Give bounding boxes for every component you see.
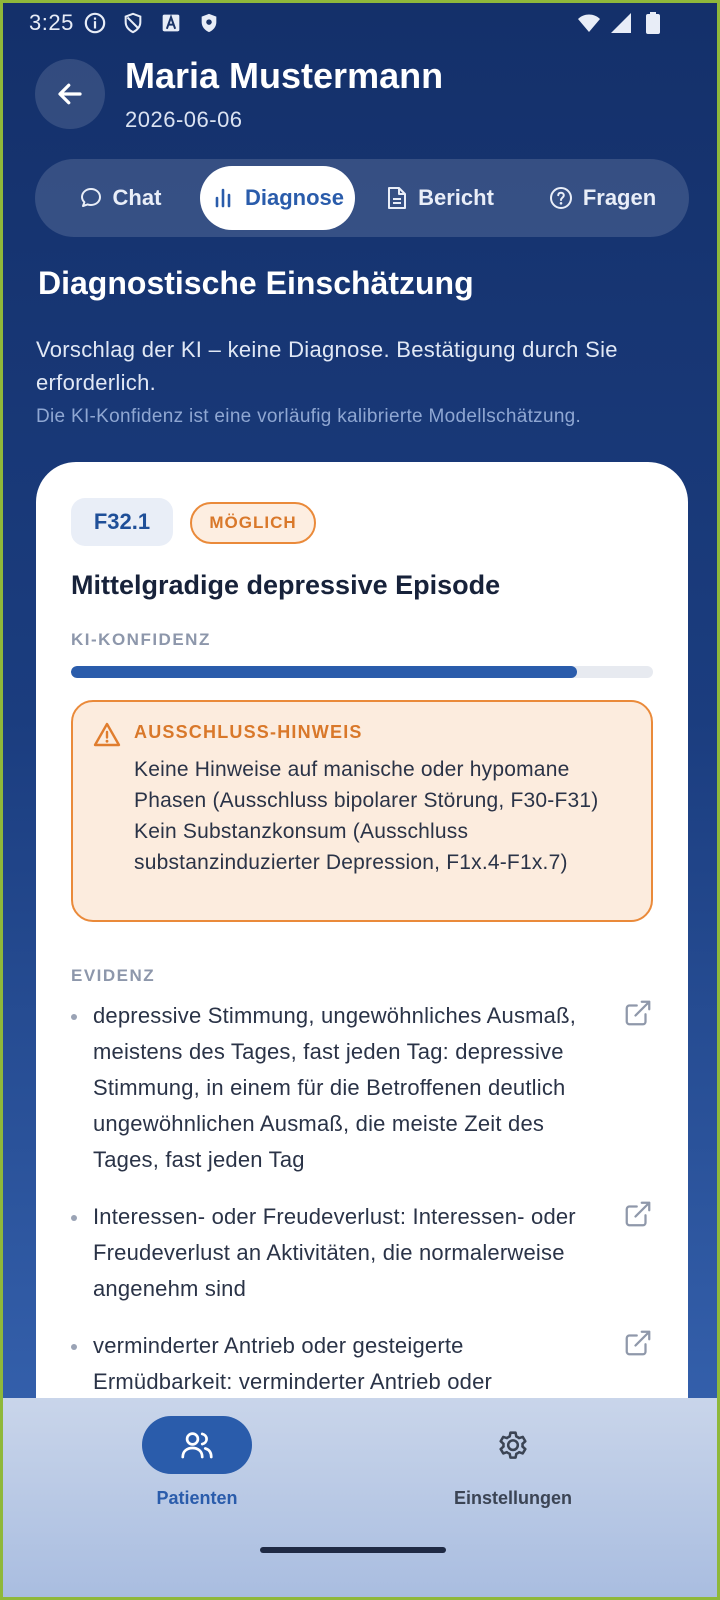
evidence-list: depressive Stimmung, ungewöhnliches Ausm… — [71, 998, 653, 1421]
diagnosis-name: Mittelgradige depressive Episode — [71, 570, 501, 600]
shield-filled-icon — [197, 11, 221, 35]
confidence-bar-fill — [71, 666, 578, 678]
nav-einstellungen-label: Einstellungen — [453, 1488, 572, 1508]
a-icon — [159, 11, 183, 35]
gear-icon — [499, 1431, 527, 1459]
home-indicator[interactable] — [260, 1547, 446, 1553]
tab-diagnose-label: Diagnose — [244, 185, 345, 210]
evidence-label: EVIDENZ — [71, 966, 156, 985]
exclusion-line: Kein Substanzkonsum (Ausschluss substanz… — [134, 820, 568, 874]
tab-bericht-label: Bericht — [418, 185, 494, 210]
evidence-item: depressive Stimmung, ungewöhnliches Ausm… — [71, 998, 653, 1178]
tab-chat[interactable]: Chat — [45, 166, 195, 230]
signal-icon — [609, 11, 633, 35]
nav-patienten[interactable]: Patienten — [97, 1416, 297, 1509]
exclusion-title: AUSSCHLUSS-HINWEIS — [134, 722, 363, 742]
bar-chart-icon — [215, 188, 231, 208]
back-button[interactable] — [35, 59, 105, 129]
nav-patienten-label: Patienten — [156, 1488, 238, 1508]
wifi-icon — [577, 11, 601, 35]
evidence-text: Interessen- oder Freudeverlust: Interess… — [93, 1204, 576, 1301]
tab-fragen-label: Fragen — [582, 185, 657, 210]
users-icon — [181, 1432, 213, 1459]
status-bar: 3:25 — [3, 3, 717, 43]
question-icon — [549, 187, 572, 209]
bullet-dot — [71, 1344, 77, 1350]
nav-einstellungen-pill — [458, 1416, 568, 1474]
bottom-navigation: Patienten Einstellungen — [3, 1398, 717, 1597]
screen: 3:25 Maria Mustermann 2026-06-06 Chat Di… — [3, 3, 717, 1597]
tab-diagnose[interactable]: Diagnose — [200, 166, 355, 230]
document-icon — [388, 187, 407, 209]
external-link-icon[interactable] — [623, 1199, 653, 1240]
chat-icon — [80, 188, 101, 207]
confidence-note: Die KI-Konfidenz ist eine vorläufig kali… — [36, 406, 582, 427]
status-left-icons — [83, 11, 221, 35]
info-icon — [83, 11, 107, 35]
exclusion-notice: AUSSCHLUSS-HINWEIS Keine Hinweise auf ma… — [71, 700, 653, 922]
exclusion-text: Keine Hinweise auf manische oder hypoman… — [134, 754, 634, 878]
evidence-text: verminderter Antrieb oder gesteigerte Er… — [93, 1333, 493, 1394]
evidence-item: Interessen- oder Freudeverlust: Interess… — [71, 1199, 653, 1307]
tab-bericht[interactable]: Bericht — [365, 166, 515, 230]
section-title: Diagnostische Einschätzung — [38, 265, 474, 301]
patient-name: Maria Mustermann — [125, 55, 444, 96]
tab-chat-label: Chat — [112, 185, 162, 210]
evidence-item: verminderter Antrieb oder gesteigerte Er… — [71, 1328, 653, 1400]
icd-code-badge: F32.1 — [71, 498, 173, 546]
status-time: 3:25 — [29, 10, 74, 35]
external-link-icon[interactable] — [623, 1328, 653, 1369]
tab-bar: Chat Diagnose Bericht Fragen — [35, 159, 689, 237]
tab-fragen[interactable]: Fragen — [525, 166, 680, 230]
shield-icon — [121, 11, 145, 35]
status-right-icons — [577, 11, 665, 35]
evidence-text: depressive Stimmung, ungewöhnliches Ausm… — [93, 1003, 577, 1172]
bullet-dot — [71, 1014, 77, 1020]
warning-icon — [93, 722, 121, 747]
nav-einstellungen[interactable]: Einstellungen — [413, 1416, 613, 1509]
external-link-icon[interactable] — [623, 998, 653, 1039]
session-date: 2026-06-06 — [125, 107, 243, 132]
exclusion-line: Keine Hinweise auf manische oder hypoman… — [134, 758, 599, 812]
confidence-label: KI-KONFIDENZ — [71, 630, 211, 649]
status-badge: MÖGLICH — [190, 502, 316, 544]
confidence-bar — [71, 666, 653, 678]
bullet-dot — [71, 1215, 77, 1221]
nav-patienten-pill — [142, 1416, 252, 1474]
disclaimer-text: Vorschlag der KI – keine Diagnose. Bestä… — [36, 337, 618, 395]
battery-icon — [641, 11, 665, 35]
arrow-left-icon — [58, 83, 82, 105]
diagnosis-card: F32.1 MÖGLICH Mittelgradige depressive E… — [36, 462, 688, 1462]
